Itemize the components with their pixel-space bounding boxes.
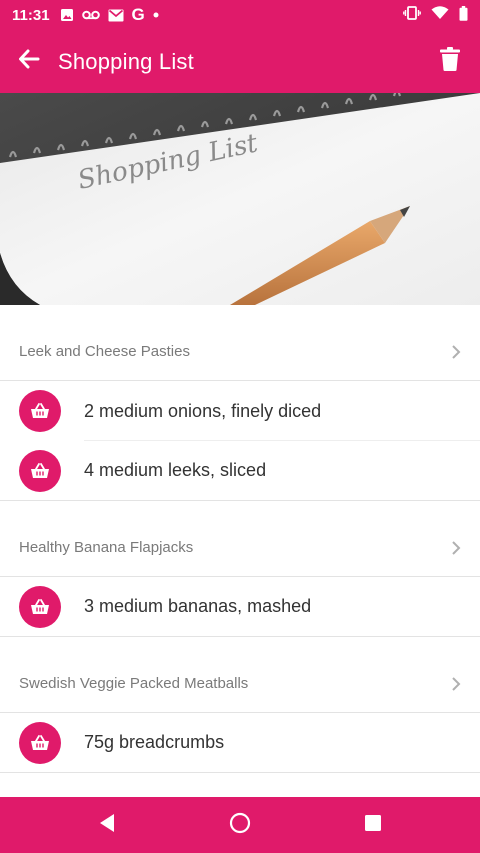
google-icon: G: [131, 5, 145, 24]
basket-icon[interactable]: [19, 721, 61, 764]
shopping-list: Leek and Cheese Pasties 2 medium onions,…: [0, 305, 480, 773]
notification-icons: G: [60, 5, 159, 25]
home-circle-icon: [229, 812, 251, 839]
list-item[interactable]: 75g breadcrumbs: [0, 713, 480, 773]
ingredient-label: 75g breadcrumbs: [84, 732, 225, 752]
delete-all-button[interactable]: [420, 30, 480, 93]
back-button[interactable]: [0, 30, 58, 93]
vibrate-icon: [403, 6, 421, 24]
system-icons: [403, 5, 468, 25]
nav-recents-button[interactable]: [343, 797, 403, 853]
ingredient-label: 3 medium bananas, mashed: [84, 596, 312, 616]
list-item[interactable]: 3 medium bananas, mashed: [0, 577, 480, 637]
chevron-right-icon: [451, 344, 461, 360]
page-title: Shopping List: [58, 48, 194, 74]
recipe-header[interactable]: Healthy Banana Flapjacks: [0, 501, 480, 577]
chevron-right-icon: [451, 676, 461, 692]
list-item[interactable]: 2 medium onions, finely diced: [0, 381, 480, 441]
dot-icon: [153, 12, 159, 18]
image-icon: [60, 8, 74, 22]
chevron-right-icon: [451, 540, 461, 556]
ingredient-label: 4 medium leeks, sliced: [84, 460, 267, 480]
recipe-title: Leek and Cheese Pasties: [19, 343, 190, 360]
wifi-icon: [431, 6, 449, 24]
hero-image: Shopping List: [0, 93, 480, 305]
trash-icon: [440, 47, 460, 76]
basket-icon[interactable]: [19, 449, 61, 492]
battery-icon: [459, 5, 468, 25]
voicemail-icon: [81, 9, 100, 21]
recipe-header[interactable]: Swedish Veggie Packed Meatballs: [0, 637, 480, 713]
recents-square-icon: [364, 814, 382, 837]
app-bar: Shopping List: [0, 30, 480, 93]
arrow-back-icon: [18, 49, 40, 74]
basket-icon[interactable]: [19, 585, 61, 628]
navigation-bar: [0, 797, 480, 853]
basket-icon[interactable]: [19, 390, 61, 432]
ingredient-label: 2 medium onions, finely diced: [84, 400, 322, 421]
status-bar: 11:31 G: [0, 0, 480, 30]
nav-home-button[interactable]: [210, 797, 270, 853]
recipe-title: Healthy Banana Flapjacks: [19, 539, 194, 556]
gmail-icon: [108, 9, 124, 22]
nav-back-button[interactable]: [77, 797, 137, 853]
list-item[interactable]: 4 medium leeks, sliced: [0, 441, 480, 501]
back-triangle-icon: [98, 813, 116, 838]
status-time: 11:31: [12, 6, 50, 24]
recipe-header[interactable]: Leek and Cheese Pasties: [0, 305, 480, 381]
recipe-title: Swedish Veggie Packed Meatballs: [19, 675, 249, 692]
